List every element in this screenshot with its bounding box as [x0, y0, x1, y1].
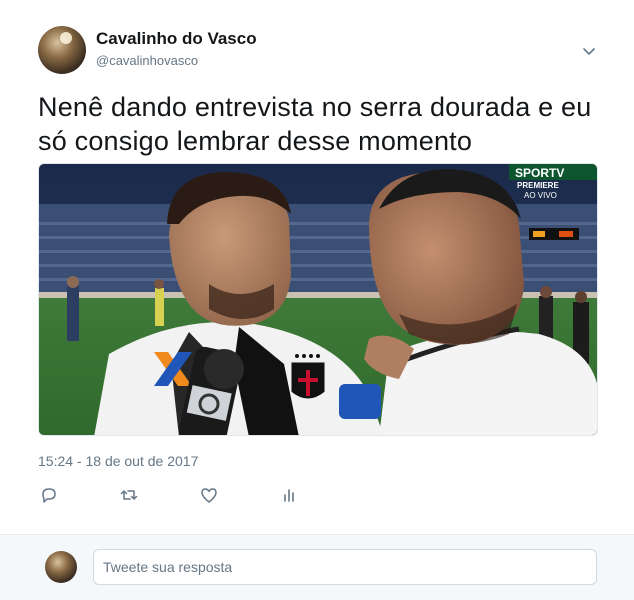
reply-input[interactable]: [93, 549, 597, 585]
live-label: AO VIVO: [524, 191, 557, 200]
user-avatar[interactable]: [45, 551, 77, 583]
tweet-timestamp[interactable]: 15:24 - 18 de out de 2017: [38, 453, 198, 469]
analytics-icon[interactable]: [278, 484, 300, 506]
channel-label: PREMIERE: [517, 181, 559, 190]
retweet-icon[interactable]: [118, 484, 140, 506]
tweet-text: Nenê dando entrevista no serra dourada e…: [38, 92, 592, 156]
tweet-media-image[interactable]: SPORTV PREMIERE AO VIVO: [38, 163, 598, 436]
interview-scene: SPORTV PREMIERE AO VIVO: [39, 164, 597, 435]
author-avatar[interactable]: [38, 26, 86, 74]
tweet-actions: [38, 484, 338, 506]
like-icon[interactable]: [198, 484, 220, 506]
chevron-down-icon[interactable]: [580, 42, 598, 60]
author-handle[interactable]: @cavalinhovasco: [96, 53, 198, 68]
broadcaster-logo: SPORTV: [515, 166, 564, 180]
reply-bar: [0, 534, 634, 600]
author-name[interactable]: Cavalinho do Vasco: [96, 29, 257, 49]
reply-icon[interactable]: [38, 484, 60, 506]
tweet-card: Cavalinho do Vasco @cavalinhovasco Nenê …: [0, 0, 634, 534]
